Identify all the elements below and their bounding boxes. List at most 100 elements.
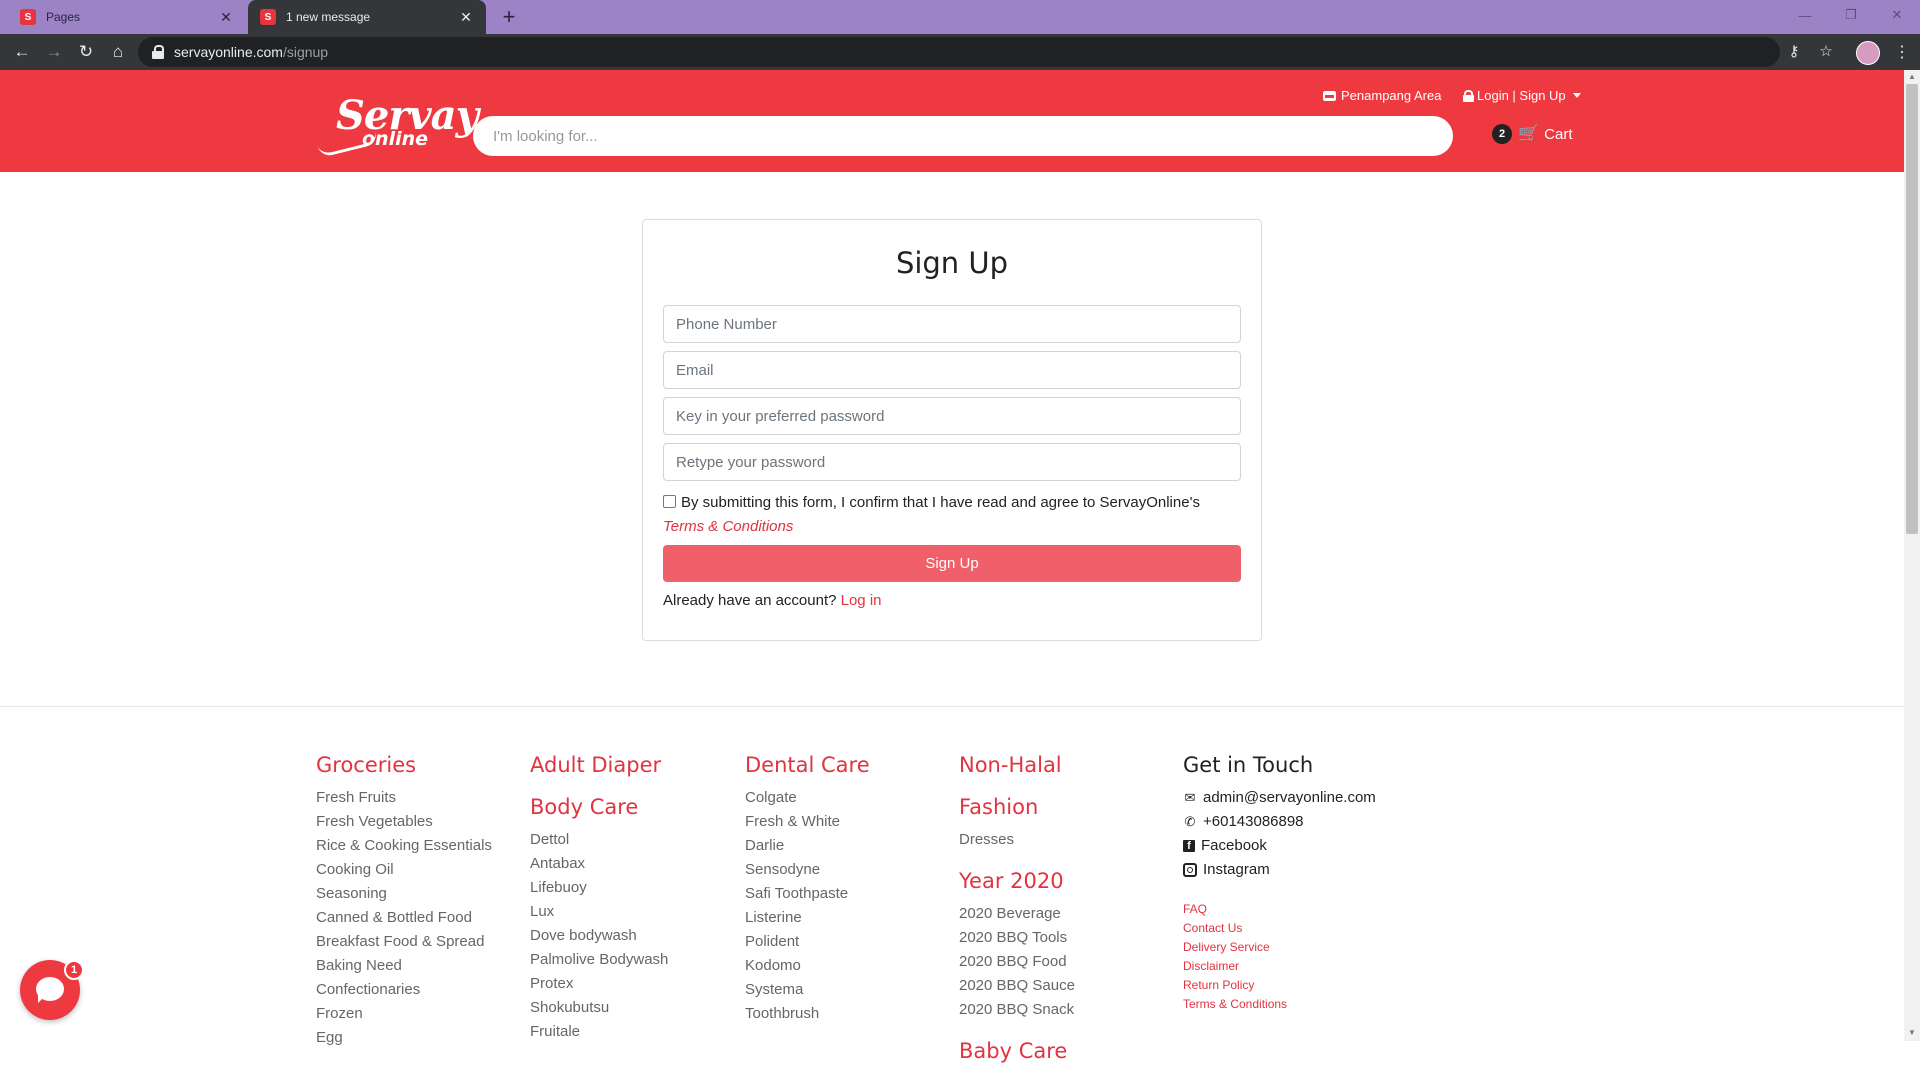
- log-in-link[interactable]: Log in: [841, 592, 882, 609]
- footer-link[interactable]: Darlie: [745, 834, 870, 858]
- footer-col-nonhalal-fashion-2020: Non-Halal Fashion Dresses Year 2020 2020…: [959, 752, 1075, 1072]
- sign-up-button[interactable]: Sign Up: [663, 545, 1241, 582]
- star-icon[interactable]: ☆: [1816, 42, 1836, 60]
- footer-link[interactable]: 2020 BBQ Tools: [959, 926, 1075, 950]
- footer-link[interactable]: Dove bodywash: [530, 924, 668, 948]
- new-tab-icon[interactable]: +: [496, 4, 522, 30]
- restore-icon[interactable]: ❐: [1828, 0, 1874, 30]
- retype-password-input[interactable]: [663, 443, 1241, 481]
- back-arrow-icon[interactable]: ←: [10, 40, 34, 64]
- contact-whatsapp[interactable]: ✆ +60143086898: [1183, 810, 1376, 834]
- footer-link-delivery[interactable]: Delivery Service: [1183, 938, 1376, 957]
- footer-link[interactable]: Fruitale: [530, 1020, 668, 1044]
- profile-avatar[interactable]: [1856, 41, 1880, 65]
- footer-link[interactable]: Fresh Vegetables: [316, 810, 492, 834]
- footer-link[interactable]: Confectionaries: [316, 978, 492, 1002]
- menu-dots-icon[interactable]: ⋮: [1894, 42, 1910, 62]
- footer-link[interactable]: Fresh & White: [745, 810, 870, 834]
- footer-link[interactable]: Dresses: [959, 828, 1075, 852]
- footer-link[interactable]: Lux: [530, 900, 668, 924]
- category-heading[interactable]: Fashion: [959, 794, 1075, 820]
- tab-title: 1 new message: [286, 10, 371, 24]
- footer-col-dental-care: Dental Care Colgate Fresh & White Darlie…: [745, 752, 870, 1026]
- footer-link[interactable]: Protex: [530, 972, 668, 996]
- footer-link[interactable]: Listerine: [745, 906, 870, 930]
- close-icon[interactable]: ✕: [218, 9, 234, 26]
- address-bar[interactable]: servayonline.com/signup: [138, 37, 1780, 67]
- terms-link[interactable]: Terms & Conditions: [663, 518, 793, 535]
- reload-icon[interactable]: ↻: [74, 40, 98, 64]
- category-heading[interactable]: Baby Care: [959, 1038, 1075, 1064]
- footer-link[interactable]: Rice & Cooking Essentials: [316, 834, 492, 858]
- footer-link-return-policy[interactable]: Return Policy: [1183, 976, 1376, 995]
- close-icon[interactable]: ✕: [458, 9, 474, 26]
- envelope-icon: ✉: [1184, 790, 1196, 805]
- minimize-icon[interactable]: —: [1782, 0, 1828, 30]
- footer-link-disclaimer[interactable]: Disclaimer: [1183, 957, 1376, 976]
- footer-link[interactable]: Cooking Oil: [316, 858, 492, 882]
- email-input[interactable]: [663, 351, 1241, 389]
- category-heading[interactable]: Body Care: [530, 794, 668, 820]
- home-icon[interactable]: ⌂: [106, 40, 130, 64]
- footer-link-faq[interactable]: FAQ: [1183, 900, 1376, 919]
- phone-number-input[interactable]: [663, 305, 1241, 343]
- footer-link[interactable]: Shokubutsu: [530, 996, 668, 1020]
- footer-link[interactable]: Toothbrush: [745, 1002, 870, 1026]
- category-heading[interactable]: Dental Care: [745, 752, 870, 778]
- footer-link[interactable]: Kodomo: [745, 954, 870, 978]
- instagram-icon: [1183, 863, 1197, 877]
- footer-link[interactable]: Safi Toothpaste: [745, 882, 870, 906]
- area-selector[interactable]: Penampang Area: [1323, 88, 1441, 103]
- contact-email[interactable]: ✉ admin@servayonline.com: [1183, 786, 1376, 810]
- contact-instagram[interactable]: Instagram: [1183, 858, 1376, 882]
- footer-link[interactable]: Antabax: [530, 852, 668, 876]
- tab-pages[interactable]: S Pages ✕: [8, 0, 246, 34]
- footer-link-terms[interactable]: Terms & Conditions: [1183, 995, 1376, 1014]
- footer-link[interactable]: 2020 Beverage: [959, 902, 1075, 926]
- footer-link[interactable]: Sensodyne: [745, 858, 870, 882]
- footer-link[interactable]: Dettol: [530, 828, 668, 852]
- category-heading[interactable]: Year 2020: [959, 868, 1075, 894]
- whatsapp-icon: ✆: [1184, 814, 1196, 829]
- login-signup-menu[interactable]: Login | Sign Up: [1463, 88, 1581, 103]
- footer-link[interactable]: Baking Need: [316, 954, 492, 978]
- footer-link[interactable]: Breakfast Food & Spread: [316, 930, 492, 954]
- cart-button[interactable]: 2 🛒 Cart: [1492, 124, 1573, 144]
- footer-link[interactable]: Polident: [745, 930, 870, 954]
- chat-notification-badge: 1: [64, 960, 84, 980]
- terms-checkbox[interactable]: [663, 495, 676, 508]
- footer-link[interactable]: Egg: [316, 1026, 492, 1050]
- window-close-icon[interactable]: ✕: [1874, 0, 1920, 30]
- footer-link[interactable]: Canned & Bottled Food: [316, 906, 492, 930]
- scroll-up-icon[interactable]: ▲: [1904, 72, 1920, 81]
- footer-link[interactable]: Systema: [745, 978, 870, 1002]
- scrollbar-thumb[interactable]: [1906, 84, 1918, 534]
- footer-link[interactable]: Lifebuoy: [530, 876, 668, 900]
- contact-heading: Get in Touch: [1183, 753, 1314, 777]
- facebook-icon: f: [1183, 840, 1195, 852]
- footer-link[interactable]: Colgate: [745, 786, 870, 810]
- category-heading[interactable]: Non-Halal: [959, 752, 1075, 778]
- password-input[interactable]: [663, 397, 1241, 435]
- key-icon[interactable]: ⚷: [1784, 42, 1804, 60]
- footer-link[interactable]: Palmolive Bodywash: [530, 948, 668, 972]
- tab-new-message[interactable]: S 1 new message ✕: [248, 0, 486, 34]
- contact-facebook[interactable]: f Facebook: [1183, 834, 1376, 858]
- page-title: Sign Up: [895, 246, 1009, 280]
- footer-link[interactable]: 2020 BBQ Sauce: [959, 974, 1075, 998]
- chat-bubble-icon: [36, 977, 64, 1003]
- search-input[interactable]: [473, 116, 1453, 156]
- scroll-down-icon[interactable]: ▼: [1904, 1028, 1920, 1037]
- category-heading[interactable]: Adult Diaper: [530, 752, 668, 778]
- footer-link[interactable]: 2020 BBQ Snack: [959, 998, 1075, 1022]
- servay-logo[interactable]: Servay online: [317, 92, 479, 159]
- category-heading[interactable]: Groceries: [316, 752, 492, 778]
- footer-link-contact-us[interactable]: Contact Us: [1183, 919, 1376, 938]
- footer-link[interactable]: Fresh Fruits: [316, 786, 492, 810]
- footer-link[interactable]: 2020 BBQ Food: [959, 950, 1075, 974]
- shopping-cart-icon: 🛒: [1518, 124, 1540, 143]
- forward-arrow-icon[interactable]: →: [42, 40, 66, 64]
- footer-link[interactable]: Seasoning: [316, 882, 492, 906]
- footer-link[interactable]: Frozen: [316, 1002, 492, 1026]
- terms-agreement: By submitting this form, I confirm that …: [663, 494, 1200, 535]
